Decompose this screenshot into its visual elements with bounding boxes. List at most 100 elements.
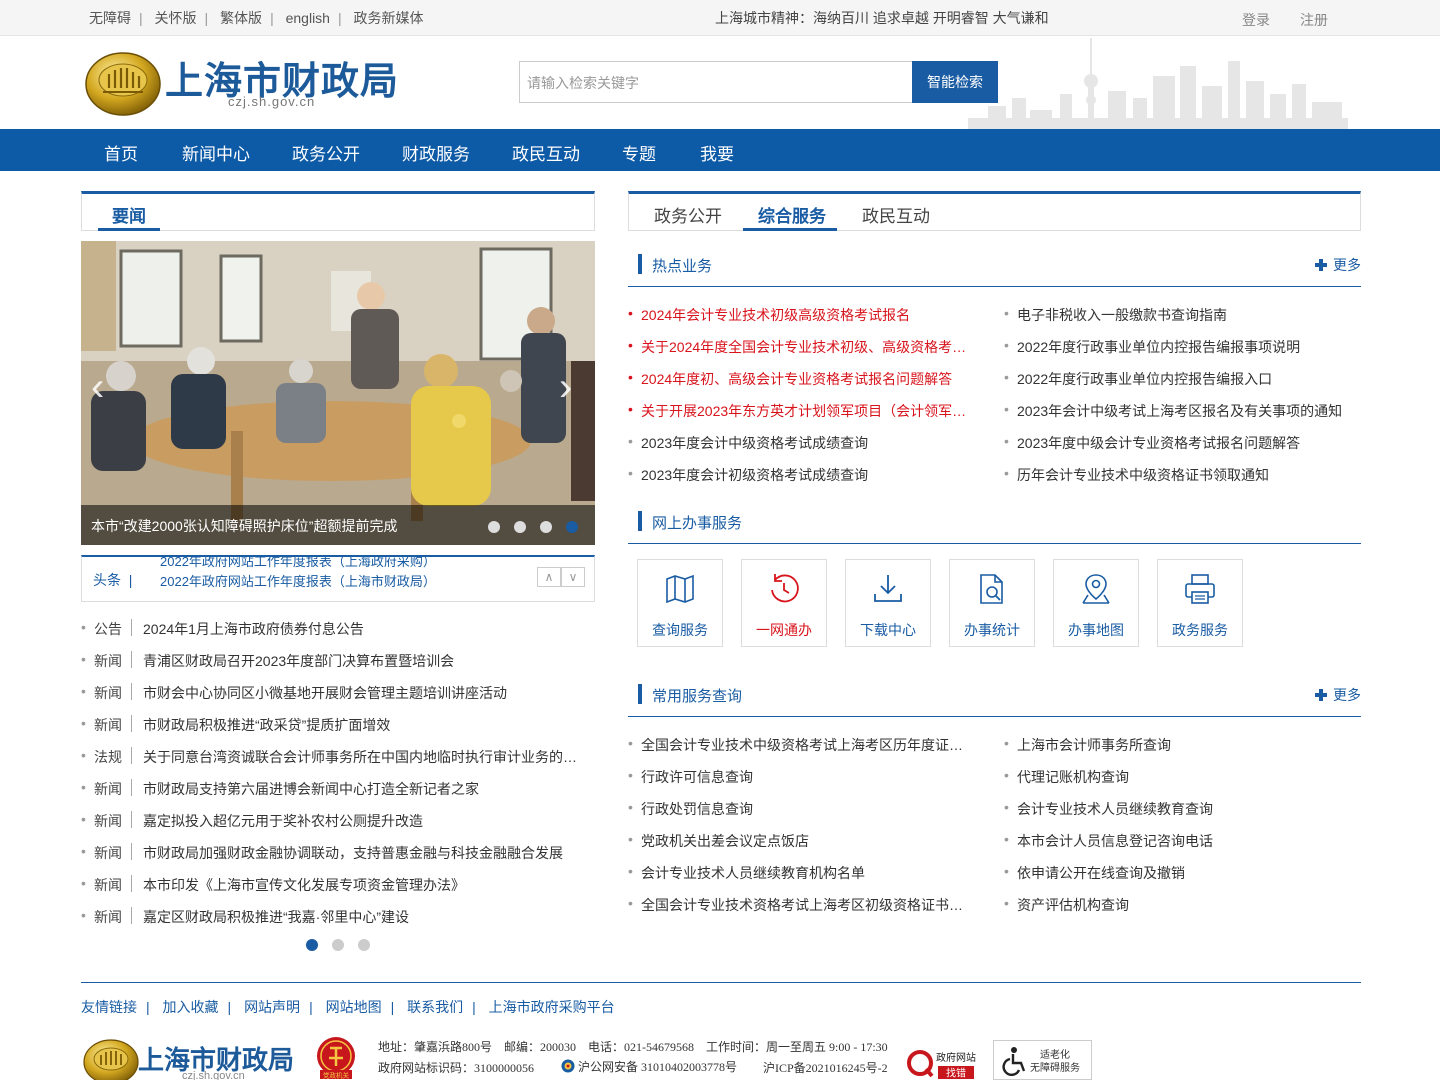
service-map-button[interactable]: 办事地图 (1053, 559, 1139, 647)
list-item[interactable]: • 公告 2024年1月上海市政府债券付息公告 (81, 616, 595, 640)
headline-item[interactable]: 2022年政府网站工作年度报表（上海政府采购） (160, 557, 436, 572)
carousel-dot-3[interactable] (540, 521, 552, 533)
list-item[interactable]: 历年会计专业技术中级资格证书领取通知 (1004, 465, 1349, 485)
procurement-platform-link[interactable]: 上海市政府采购平台 (489, 999, 615, 1015)
list-item[interactable]: 电子非税收入一般缴款书查询指南 (1004, 305, 1349, 325)
news-tab-bar: 要闻 (81, 191, 595, 231)
list-item[interactable]: 2023年会计中级考试上海考区报名及有关事项的通知 (1004, 401, 1349, 421)
one-network-button[interactable]: 一网通办 (741, 559, 827, 647)
nav-gov-affairs[interactable]: 政务公开 (292, 140, 360, 165)
list-item[interactable]: 代理记账机构查询 (1004, 767, 1349, 787)
list-item[interactable]: 依申请公开在线查询及撤销 (1004, 863, 1349, 883)
service-label: 政务服务 (1172, 622, 1228, 638)
list-item[interactable]: 行政处罚信息查询 (628, 799, 973, 819)
list-item[interactable]: 本市会计人员信息登记咨询电话 (1004, 831, 1349, 851)
carousel-next-icon[interactable]: › (559, 367, 572, 407)
news-page-dot-2[interactable] (332, 939, 344, 951)
contact-link[interactable]: 联系我们 (407, 999, 463, 1015)
list-item[interactable]: 全国会计专业技术资格考试上海考区初级资格证书领… (628, 895, 973, 915)
carousel-dot-4[interactable] (566, 521, 578, 533)
list-item[interactable]: 全国会计专业技术中级资格考试上海考区历年度证书… (628, 735, 973, 755)
nav-finance-services[interactable]: 财政服务 (402, 140, 470, 165)
nav-home[interactable]: 首页 (104, 140, 138, 165)
list-item[interactable]: • 新闻 市财政局支持第六届进博会新闻中心打造全新记者之家 (81, 776, 595, 800)
news-carousel[interactable]: ‹ › 本市“改建2000张认知障碍照护床位”超额提前完成 (81, 241, 595, 545)
news-page-dot-1[interactable] (306, 939, 318, 951)
list-item[interactable]: 2023年度中级会计专业资格考试报名问题解答 (1004, 433, 1349, 453)
add-favorite-link[interactable]: 加入收藏 (163, 999, 219, 1015)
traditional-chinese-link[interactable]: 繁体版 (220, 10, 262, 26)
gov-services-button[interactable]: 政务服务 (1157, 559, 1243, 647)
care-mode-link[interactable]: 关怀版 (155, 10, 197, 26)
carousel-caption[interactable]: 本市“改建2000张认知障碍照护床位”超额提前完成 (91, 516, 397, 536)
service-query-button[interactable]: 查询服务 (637, 559, 723, 647)
headline-down-button[interactable]: ∨ (561, 567, 585, 587)
login-link[interactable]: 登录 (1242, 10, 1270, 30)
list-item[interactable]: 党政机关出差会议定点饭店 (628, 831, 973, 851)
english-link[interactable]: english (286, 10, 330, 26)
service-statistics-button[interactable]: 办事统计 (949, 559, 1035, 647)
party-gov-badge-icon[interactable]: 党政机关 (316, 1036, 356, 1080)
list-item[interactable]: • 新闻 嘉定区财政局积极推进“我嘉·邻里中心”建设 (81, 904, 595, 928)
footer-police-record[interactable]: 沪公网安备 31010402003778号 (561, 1058, 737, 1075)
register-link[interactable]: 注册 (1300, 10, 1328, 30)
nav-topics[interactable]: 专题 (622, 140, 656, 165)
list-item[interactable]: 2024年度初、高级会计专业资格考试报名问题解答 (628, 369, 973, 389)
list-item[interactable]: 关于2024年度全国会计专业技术初级、高级资格考试… (628, 337, 973, 357)
news-page-dot-3[interactable] (358, 939, 370, 951)
footer-icp[interactable]: 沪ICP备2021016245号-2 (763, 1059, 888, 1076)
download-center-button[interactable]: 下载中心 (845, 559, 931, 647)
list-item[interactable]: • 新闻 市财会中心协同区小微基地开展财会管理主题培训讲座活动 (81, 680, 595, 704)
list-item[interactable]: 关于开展2023年东方英才计划领军项目（会计领军人… (628, 401, 973, 421)
nav-i-want[interactable]: 我要 (700, 140, 734, 165)
list-item[interactable]: 会计专业技术人员继续教育机构名单 (628, 863, 973, 883)
list-item[interactable]: • 新闻 市财政局加强财政金融协调联动，支持普惠金融与科技金融融合发展 (81, 840, 595, 864)
common-more-link[interactable]: 更多 (1315, 685, 1361, 705)
tab-gov-affairs[interactable]: 政务公开 (654, 202, 722, 227)
headline-item[interactable]: 2022年政府网站工作年度报表（上海市财政局） (160, 572, 436, 592)
elderly-accessibility-badge[interactable]: 适老化 无障碍服务 (993, 1040, 1092, 1080)
document-search-icon (980, 574, 1003, 604)
download-icon (874, 575, 902, 602)
new-media-link[interactable]: 政务新媒体 (354, 10, 424, 26)
list-item[interactable]: • 新闻 本市印发《上海市宣传文化发展专项资金管理办法》 (81, 872, 595, 896)
accessibility-link[interactable]: 无障碍 (89, 10, 131, 26)
list-item[interactable]: 2023年度会计中级资格考试成绩查询 (628, 433, 973, 453)
list-item[interactable]: 会计专业技术人员继续教育查询 (1004, 799, 1349, 819)
plus-icon (1315, 259, 1327, 271)
tab-comprehensive-services[interactable]: 综合服务 (758, 202, 826, 227)
hot-more-link[interactable]: 更多 (1315, 255, 1361, 275)
friend-links-link[interactable]: 友情链接 (81, 999, 137, 1015)
carousel-dot-2[interactable] (514, 521, 526, 533)
carousel-prev-icon[interactable]: ‹ (91, 367, 104, 407)
headline-up-button[interactable]: ∧ (537, 567, 561, 587)
carousel-photo (81, 241, 595, 545)
city-spirit-text: 上海城市精神：海纳百川 追求卓越 开明睿智 大气谦和 (715, 10, 1049, 26)
section-marker (638, 511, 642, 531)
site-error-report-badge[interactable]: 政府网站 找错 (906, 1046, 978, 1080)
sitemap-link[interactable]: 网站地图 (326, 999, 382, 1015)
carousel-dot-1[interactable] (488, 521, 500, 533)
list-item[interactable]: 2023年度会计初级资格考试成绩查询 (628, 465, 973, 485)
list-item[interactable]: 行政许可信息查询 (628, 767, 973, 787)
list-item[interactable]: 资产评估机构查询 (1004, 895, 1349, 915)
accessibility-badge-text: 适老化 无障碍服务 (1030, 1050, 1080, 1074)
list-item[interactable]: • 新闻 嘉定拟投入超亿元用于奖补农村公厕提升改造 (81, 808, 595, 832)
tab-important-news[interactable]: 要闻 (112, 202, 146, 227)
list-item[interactable]: • 新闻 青浦区财政局召开2023年度部门决算布置暨培训会 (81, 648, 595, 672)
footer-address: 地址：肇嘉浜路800号 邮编：200030 电话：021-54679568 工作… (378, 1040, 888, 1054)
list-item[interactable]: 2022年度行政事业单位内控报告编报事项说明 (1004, 337, 1349, 357)
list-item[interactable]: 上海市会计师事务所查询 (1004, 735, 1349, 755)
list-item[interactable]: • 新闻 市财政局积极推进“政采贷”提质扩面增效 (81, 712, 595, 736)
plus-icon (1315, 689, 1327, 701)
list-item[interactable]: 2024年会计专业技术初级高级资格考试报名 (628, 305, 973, 325)
list-item[interactable]: • 法规 关于同意台湾资诚联合会计师事务所在中国内地临时执行审计业务的… (81, 744, 595, 768)
list-item[interactable]: 2022年度行政事业单位内控报告编报入口 (1004, 369, 1349, 389)
tab-public-interaction[interactable]: 政民互动 (862, 202, 930, 227)
site-statement-link[interactable]: 网站声明 (244, 999, 300, 1015)
nav-news-center[interactable]: 新闻中心 (182, 140, 250, 165)
search-input[interactable]: 请输入检索关键字 (519, 61, 913, 103)
nav-public-interaction[interactable]: 政民互动 (512, 140, 580, 165)
site-header: 上海市财政局 czj.sh.gov.cn 请输入检索关键字 智能检索 (0, 36, 1440, 129)
service-label: 下载中心 (860, 622, 916, 638)
